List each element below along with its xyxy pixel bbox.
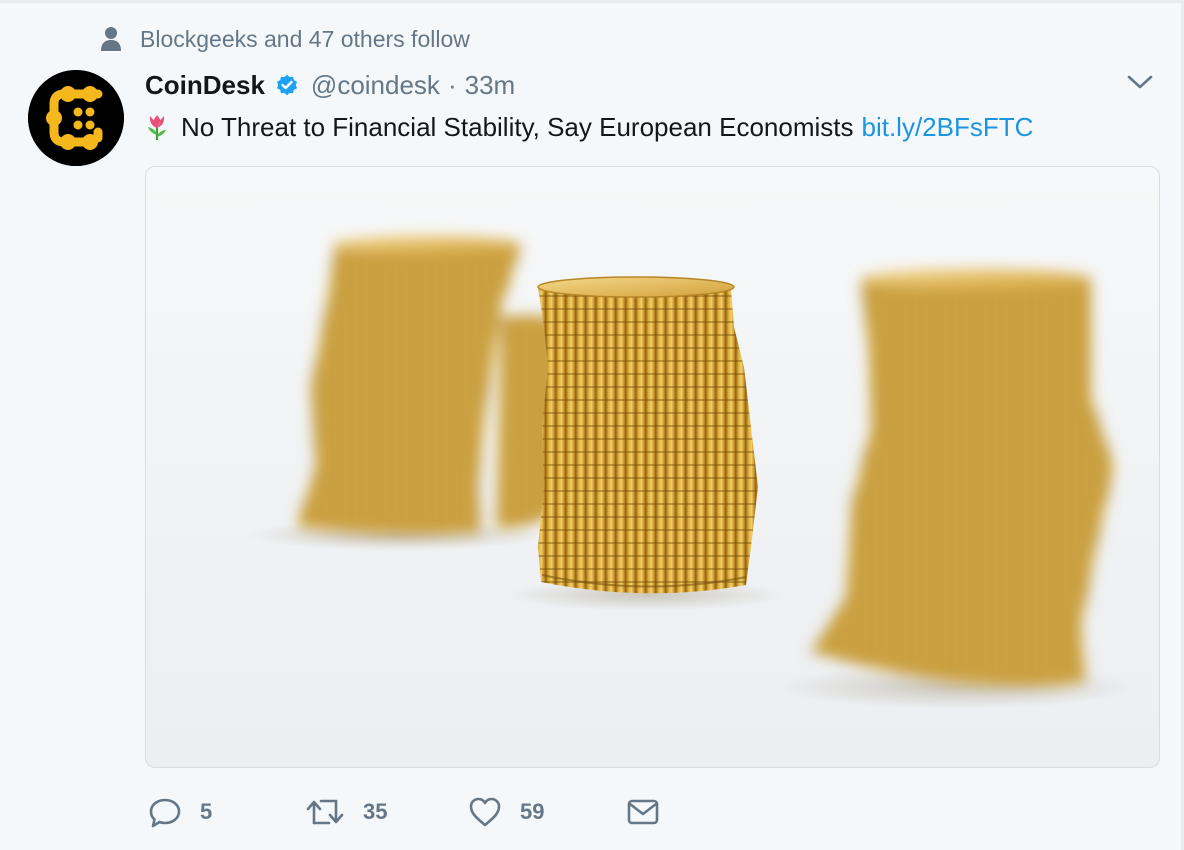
separator-dot: · [447,69,457,100]
person-icon [101,27,121,51]
direct-message-button[interactable] [626,797,660,827]
tulip-emoji-icon [148,115,166,140]
tweet-link[interactable]: bit.ly/2BFsFTC [861,108,1033,146]
reply-count: 5 [200,799,213,824]
tweet-body: No Threat to Financial Stability, Say Eu… [181,112,854,142]
tweet-header: CoinDesk @coindesk · 33m [145,67,515,103]
gold-coins-photo [246,236,1136,709]
tweet-text: No Threat to Financial Stability, Say Eu… [145,108,1033,146]
heart-icon [469,797,501,827]
tweet-actions: 5 35 59 [148,790,660,834]
retweet-button[interactable]: 35 [305,795,468,829]
social-context-text: Blockgeeks and 47 others follow [140,25,470,52]
account-name[interactable]: CoinDesk [145,70,265,101]
reply-icon [149,798,181,828]
like-button[interactable]: 59 [468,795,626,829]
social-context: Blockgeeks and 47 others follow [100,24,470,54]
reply-button[interactable]: 5 [148,795,305,829]
coindesk-logo-icon [28,70,124,166]
verified-badge-icon [276,74,297,96]
like-count: 59 [520,799,545,824]
frame-border-top [0,0,1184,3]
account-handle[interactable]: @coindesk [311,70,440,101]
retweet-count: 35 [363,799,388,824]
chevron-down-icon[interactable] [1126,72,1154,92]
avatar[interactable] [28,70,124,166]
retweet-icon [306,799,344,825]
tweet-timestamp[interactable]: 33m [465,70,516,101]
envelope-icon [627,799,659,825]
tweet-media-image[interactable] [145,166,1160,768]
